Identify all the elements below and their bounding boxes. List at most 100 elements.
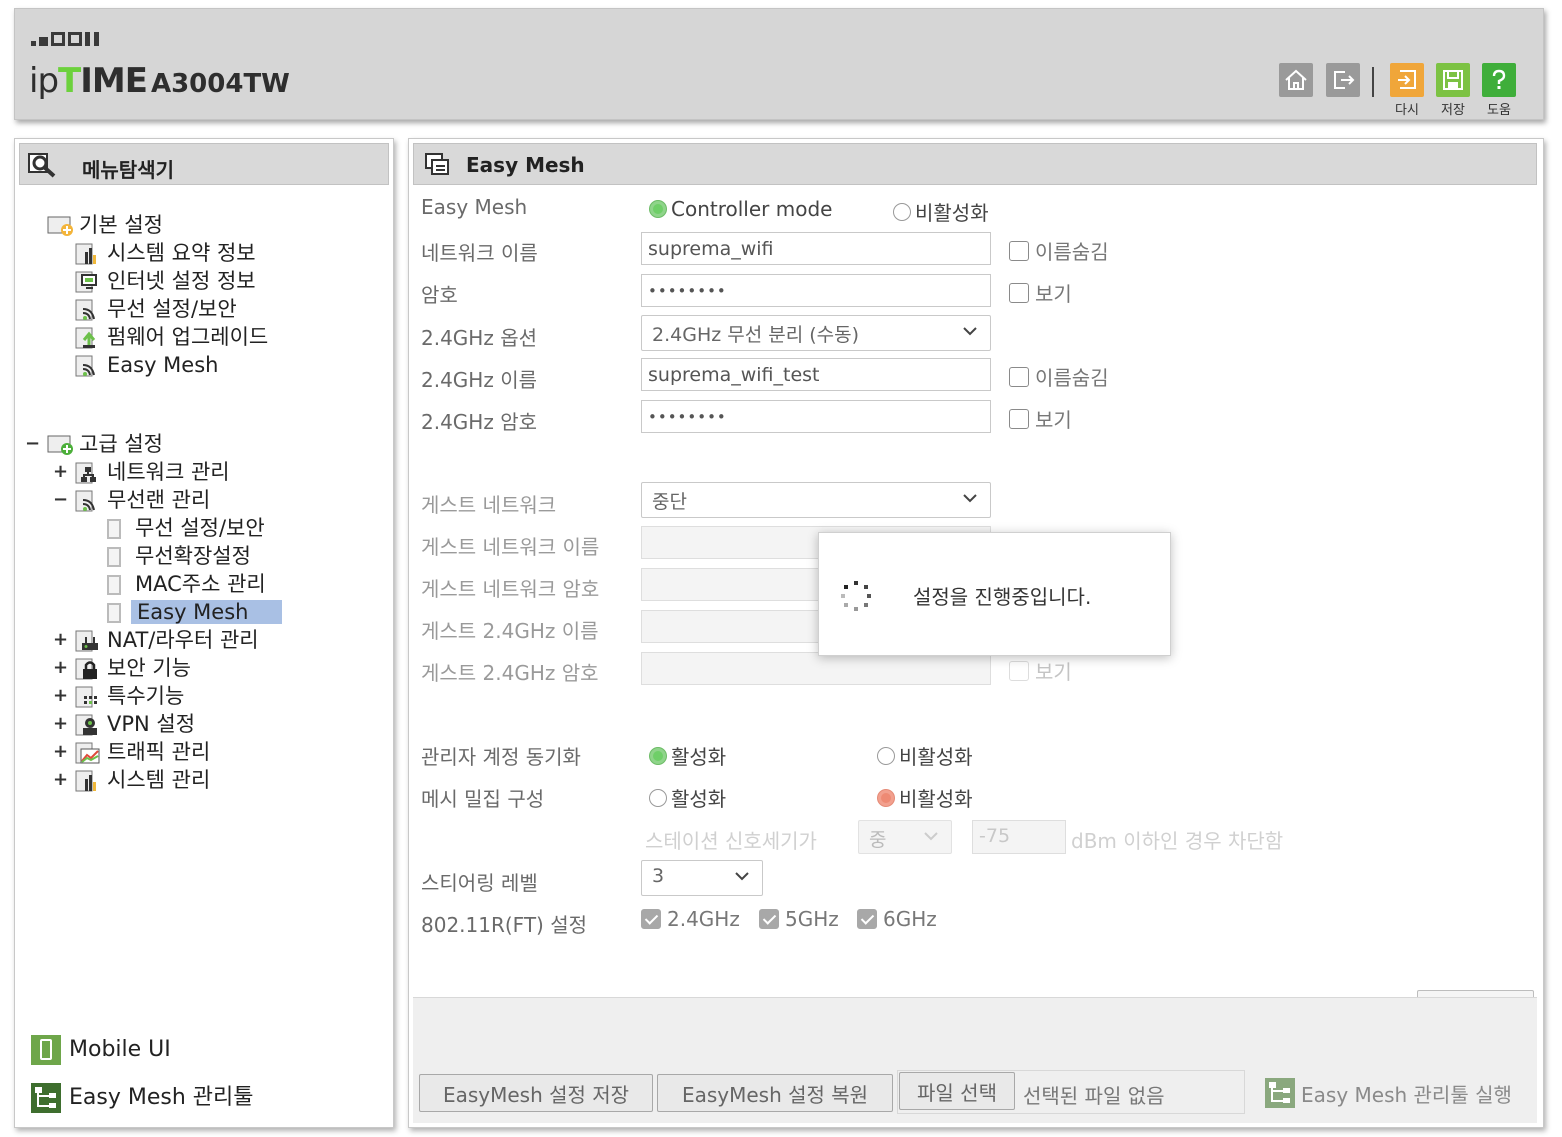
tree-system-management[interactable]: 시스템 관리 [75, 766, 210, 794]
expander-special[interactable]: + [53, 682, 68, 710]
lock-icon [75, 657, 101, 681]
tree-wl-extension[interactable]: 무선확장설정 [107, 542, 251, 570]
expander-vpn[interactable]: + [53, 710, 68, 738]
expander-wireless[interactable]: − [53, 486, 68, 514]
chevron-down-icon [924, 832, 938, 841]
radio-dot [649, 200, 667, 218]
band-password-input[interactable]: •••••••• [641, 400, 991, 433]
checkbox-box [1009, 240, 1029, 261]
checkbox-box [857, 909, 877, 929]
checkbox-box [1009, 366, 1029, 387]
restart-button[interactable] [1390, 63, 1424, 97]
wifi-icon [75, 489, 101, 513]
guest-password-label: 게스트 네트워크 암호 [421, 577, 600, 601]
window-icon [424, 152, 452, 182]
tree-internet-info[interactable]: 인터넷 설정 정보 [75, 267, 256, 295]
help-icon [1492, 69, 1506, 89]
checkbox-show-guest-band-password: 보기 [1009, 656, 1072, 685]
tree-advanced-settings[interactable]: 고급 설정 [47, 430, 163, 458]
tree-wl-easy-mesh[interactable]: Easy Mesh [107, 598, 283, 626]
loading-message: 설정을 진행중입니다. [913, 585, 1092, 609]
band-option-select[interactable]: 2.4GHz 무선 분리 (수동) [641, 315, 991, 351]
easy-mesh-label: Easy Mesh [421, 195, 528, 219]
checkbox-ft-6ghz[interactable]: 6GHz [857, 907, 937, 931]
page-icon [107, 575, 121, 595]
checkbox-box [1009, 408, 1029, 429]
station-signal-dbm-input: -75 [972, 820, 1066, 854]
radio-easy-mesh-disable[interactable]: 비활성화 [893, 197, 989, 226]
mobile-icon [31, 1035, 61, 1065]
checkbox-ft-5ghz[interactable]: 5GHz [759, 907, 839, 931]
traffic-chart-icon [75, 741, 101, 765]
radio-admin-sync-disable[interactable]: 비활성화 [877, 741, 973, 770]
restart-label: 다시 [1395, 103, 1419, 118]
expander-security[interactable]: + [53, 654, 68, 682]
radio-dot [893, 202, 911, 221]
easy-mesh-tool-link[interactable]: Easy Mesh 관리툴 [31, 1079, 254, 1113]
guest-band-password-input [641, 652, 991, 685]
easymesh-restore-button[interactable]: EasyMesh 설정 복원 [657, 1074, 893, 1112]
expander-network[interactable]: + [53, 458, 68, 486]
sidebar-header: 메뉴탐색기 [19, 143, 389, 185]
station-signal-level-select: 중 [858, 820, 952, 854]
expander-system[interactable]: + [53, 766, 68, 794]
tree-vpn[interactable]: VPN 설정 [75, 710, 195, 738]
guest-network-select[interactable]: 중단 [641, 482, 991, 518]
chevron-down-icon [735, 872, 749, 881]
steering-level-select[interactable]: 3 [641, 860, 763, 896]
radio-admin-sync-enable[interactable]: 활성화 [649, 741, 726, 770]
tree-network-management[interactable]: 네트워크 관리 [75, 458, 230, 486]
tree-basic-settings[interactable]: 기본 설정 [47, 211, 163, 239]
tree-wireless-management[interactable]: 무선랜 관리 [75, 486, 210, 514]
band-name-input[interactable] [641, 358, 991, 391]
file-none-text: 선택된 파일 없음 [1023, 1084, 1165, 1108]
easymesh-save-button[interactable]: EasyMesh 설정 저장 [419, 1074, 653, 1112]
help-button[interactable] [1482, 63, 1516, 97]
radio-mesh-density-disable[interactable]: 비활성화 [877, 783, 973, 812]
checkbox-ft-2-4ghz[interactable]: 2.4GHz [641, 907, 740, 931]
tree-wl-wireless-security[interactable]: 무선 설정/보안 [107, 514, 265, 542]
vpn-icon [75, 713, 101, 737]
expander-traffic[interactable]: + [53, 738, 68, 766]
checkbox-show-band-password[interactable]: 보기 [1009, 404, 1072, 433]
tree-easy-mesh-basic[interactable]: Easy Mesh [75, 351, 218, 379]
expander-advanced[interactable]: − [25, 430, 40, 458]
tree-system-summary[interactable]: 시스템 요약 정보 [75, 239, 256, 267]
checkbox-show-password[interactable]: 보기 [1009, 278, 1072, 307]
radio-dot [649, 746, 667, 765]
file-select-button[interactable]: 파일 선택 [899, 1072, 1015, 1110]
save-button[interactable] [1436, 63, 1470, 97]
band-name-label: 2.4GHz 이름 [421, 368, 537, 392]
tree-nat-router[interactable]: NAT/라우터 관리 [75, 626, 259, 654]
checkbox-hide-name[interactable]: 이름숨김 [1009, 236, 1109, 265]
help-label: 도움 [1487, 103, 1511, 118]
expander-nat[interactable]: + [53, 626, 68, 654]
checkbox-hide-band-name[interactable]: 이름숨김 [1009, 362, 1109, 391]
checkbox-box [1009, 282, 1029, 303]
admin-sync-label: 관리자 계정 동기화 [421, 745, 581, 769]
tree-wireless-security[interactable]: 무선 설정/보안 [75, 295, 237, 323]
tree-special-functions[interactable]: 특수기능 [75, 682, 184, 710]
logout-button[interactable] [1326, 63, 1360, 97]
home-button[interactable] [1279, 63, 1313, 97]
radio-dot [877, 788, 895, 807]
network-name-input[interactable] [641, 232, 991, 265]
station-signal-prefix: 스테이션 신호세기가 [645, 829, 817, 853]
tree-firmware-upgrade[interactable]: 펌웨어 업그레이드 [75, 323, 268, 351]
radio-mesh-density-enable[interactable]: 활성화 [649, 783, 726, 812]
password-label: 암호 [421, 283, 458, 307]
password-input[interactable]: •••••••• [641, 274, 991, 307]
tree-wl-mac[interactable]: MAC주소 관리 [107, 570, 266, 598]
checkbox-box [641, 909, 661, 929]
radio-controller-mode[interactable]: Controller mode [649, 197, 832, 221]
mesh-tool-launch-button[interactable]: Easy Mesh 관리툴 실행 [1265, 1078, 1512, 1108]
radio-dot [649, 788, 667, 807]
mobile-ui-link[interactable]: Mobile UI [31, 1035, 171, 1065]
tree-traffic[interactable]: 트래픽 관리 [75, 738, 210, 766]
guest-band-name-label: 게스트 2.4GHz 이름 [421, 619, 599, 643]
logo-dots-icon [31, 27, 102, 46]
tree-security[interactable]: 보안 기능 [75, 654, 191, 682]
checkbox-box [1009, 660, 1029, 681]
main-header: Easy Mesh [413, 143, 1537, 185]
wifi-icon [75, 298, 101, 322]
